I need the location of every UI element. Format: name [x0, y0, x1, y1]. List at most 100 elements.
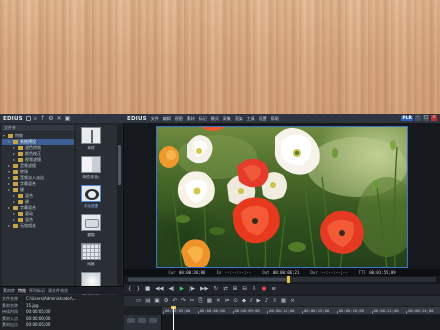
menu-item[interactable]: 视图	[175, 116, 183, 122]
info-value: 00:00:05;00	[26, 309, 51, 314]
red-poppy-center	[232, 197, 280, 244]
set-out-icon[interactable]: }	[137, 286, 141, 292]
play-around-icon[interactable]: ⇄	[223, 286, 228, 292]
settings-icon[interactable]: ⚙	[48, 115, 53, 122]
menu-item[interactable]: 工具	[247, 116, 255, 122]
menu-item[interactable]: 渲染	[235, 116, 243, 122]
ruler-label: 00:00:06;00	[199, 308, 225, 313]
orange-poppy-top	[159, 146, 179, 168]
track-sync-button[interactable]	[138, 318, 146, 323]
snap-icon[interactable]: ⊙	[233, 298, 238, 304]
folder-icon[interactable]	[25, 116, 31, 121]
grid-scrollbar[interactable]	[117, 125, 122, 306]
panel-tab[interactable]: 特效	[18, 288, 26, 294]
playhead[interactable]	[173, 307, 175, 330]
effect-tile[interactable]: 模糊	[79, 214, 103, 238]
undo-icon[interactable]: ↶	[173, 298, 178, 304]
close-icon-2[interactable]: ×	[290, 298, 295, 304]
lock-icon[interactable]: ▣	[65, 115, 71, 122]
tree-item[interactable]: ▸ 无效相关	[2, 223, 74, 229]
delete-icon[interactable]: ✕	[57, 115, 62, 122]
settings-icon-2[interactable]: ⚙	[164, 298, 169, 304]
info-row: 持续时间 00:00:05;00	[2, 309, 122, 315]
track-visible-button[interactable]	[149, 318, 157, 323]
timecode-readout: TTl 00:01:55;09	[359, 270, 396, 275]
scrub-handle[interactable]	[287, 276, 291, 283]
menu-item[interactable]: 素材	[187, 116, 195, 122]
grid-view-icon[interactable]: ▦	[281, 298, 286, 304]
loop-icon[interactable]: ↻	[214, 286, 219, 292]
set-in-icon[interactable]: {	[128, 286, 132, 292]
preview-scrub-bar[interactable]	[128, 276, 436, 283]
step-back-icon[interactable]: ◀|	[169, 286, 175, 292]
grid-scrollbar-thumb[interactable]	[118, 145, 121, 185]
export-icon[interactable]: ⇩	[272, 298, 277, 304]
tree-item-label: 混合	[25, 217, 33, 222]
tree-item-label: 系统预设	[20, 139, 36, 144]
open-project-icon[interactable]: ▤	[145, 298, 150, 304]
tree-item-label: 转场	[20, 169, 28, 174]
tree-item-label: 滚动	[25, 211, 33, 216]
record-icon[interactable]: ●	[262, 286, 267, 292]
menu-item[interactable]: 标记	[199, 116, 207, 122]
folder-icon	[13, 140, 18, 144]
player-recorder-mode[interactable]: PLR	[401, 115, 413, 121]
window-controls: PLR – □ ×	[401, 115, 437, 121]
redo-icon[interactable]: ↷	[181, 298, 186, 304]
minimize-icon[interactable]: –	[415, 115, 421, 121]
up-folder-icon[interactable]: ↑	[40, 115, 45, 122]
effect-tile[interactable]: 网格	[79, 243, 103, 267]
timeline-tracks[interactable]	[124, 315, 440, 330]
stop-icon[interactable]: ■	[145, 286, 150, 292]
timeline-ruler[interactable]: 00:00:03;00 00:00:06;00 00:00:09;00 00:00:1…	[162, 307, 440, 314]
marker-icon[interactable]: ◆	[242, 298, 246, 304]
timecode-value: --:--:--;--	[321, 270, 348, 275]
menu-item[interactable]: 采集	[223, 116, 231, 122]
rewind-icon[interactable]: ◀◀	[155, 286, 163, 292]
split-icon[interactable]: ⫽	[250, 298, 252, 304]
tree-item-label: 颜色校正	[25, 151, 41, 156]
search-icon[interactable]: ⌕	[34, 115, 37, 122]
paste-icon[interactable]: ▦	[207, 298, 212, 304]
effect-tile[interactable]: 手绘遮罩	[79, 185, 103, 209]
effect-thumbnail	[81, 127, 101, 144]
maximize-icon[interactable]: □	[423, 115, 429, 121]
menu-item[interactable]: 帮助	[271, 116, 279, 122]
save-icon[interactable]: ▣	[154, 298, 159, 304]
insert-icon[interactable]: ⊞	[233, 286, 238, 292]
info-key: 持续时间	[2, 309, 18, 314]
folder-icon	[18, 146, 23, 150]
menu-item[interactable]: 模式	[211, 116, 219, 122]
menu-item[interactable]: 编辑	[163, 116, 171, 122]
folder-icon	[8, 134, 13, 138]
effect-caption: 手绘遮罩	[83, 204, 99, 208]
new-sequence-icon[interactable]: ▭	[136, 298, 141, 304]
copy-icon[interactable]: ⎘	[198, 298, 202, 304]
fast-forward-icon[interactable]: ▶▶	[200, 286, 208, 292]
panel-tab[interactable]: 源文件浏览	[48, 288, 68, 294]
audio-icon[interactable]: ♪	[265, 298, 269, 304]
tree-item-label: 键	[25, 199, 29, 204]
menu-item[interactable]: 设置	[259, 116, 267, 122]
close-icon[interactable]: ×	[431, 115, 437, 121]
panel-tab[interactable]: 素材库	[3, 288, 15, 294]
tree-item-label: 滤色特效	[25, 145, 41, 150]
track-lock-button[interactable]	[127, 318, 135, 323]
delete-icon-2[interactable]: ✕	[216, 298, 221, 304]
menu-icon[interactable]: ≡	[271, 286, 276, 292]
cut-icon[interactable]: ✂	[190, 298, 195, 304]
effect-tile[interactable]: 单镜(彩色)	[79, 156, 103, 180]
overwrite-icon[interactable]: ⊟	[242, 286, 247, 292]
ripple-icon[interactable]: ⇌	[225, 298, 230, 304]
play-icon[interactable]: ▶	[180, 286, 184, 292]
output-icon[interactable]: ⇩	[252, 286, 257, 292]
folder-icon	[18, 212, 23, 216]
menu-item[interactable]: 文件	[151, 116, 159, 122]
tree-item-label: 键	[20, 187, 24, 192]
panel-tab[interactable]: 序列标记	[29, 288, 45, 294]
brand-label: EDIUS	[3, 115, 23, 122]
render-icon[interactable]: ▶	[257, 298, 261, 304]
effect-tile[interactable]: 单镜	[79, 127, 103, 151]
effect-thumbnail	[81, 243, 101, 260]
step-forward-icon[interactable]: |▶	[189, 286, 195, 292]
